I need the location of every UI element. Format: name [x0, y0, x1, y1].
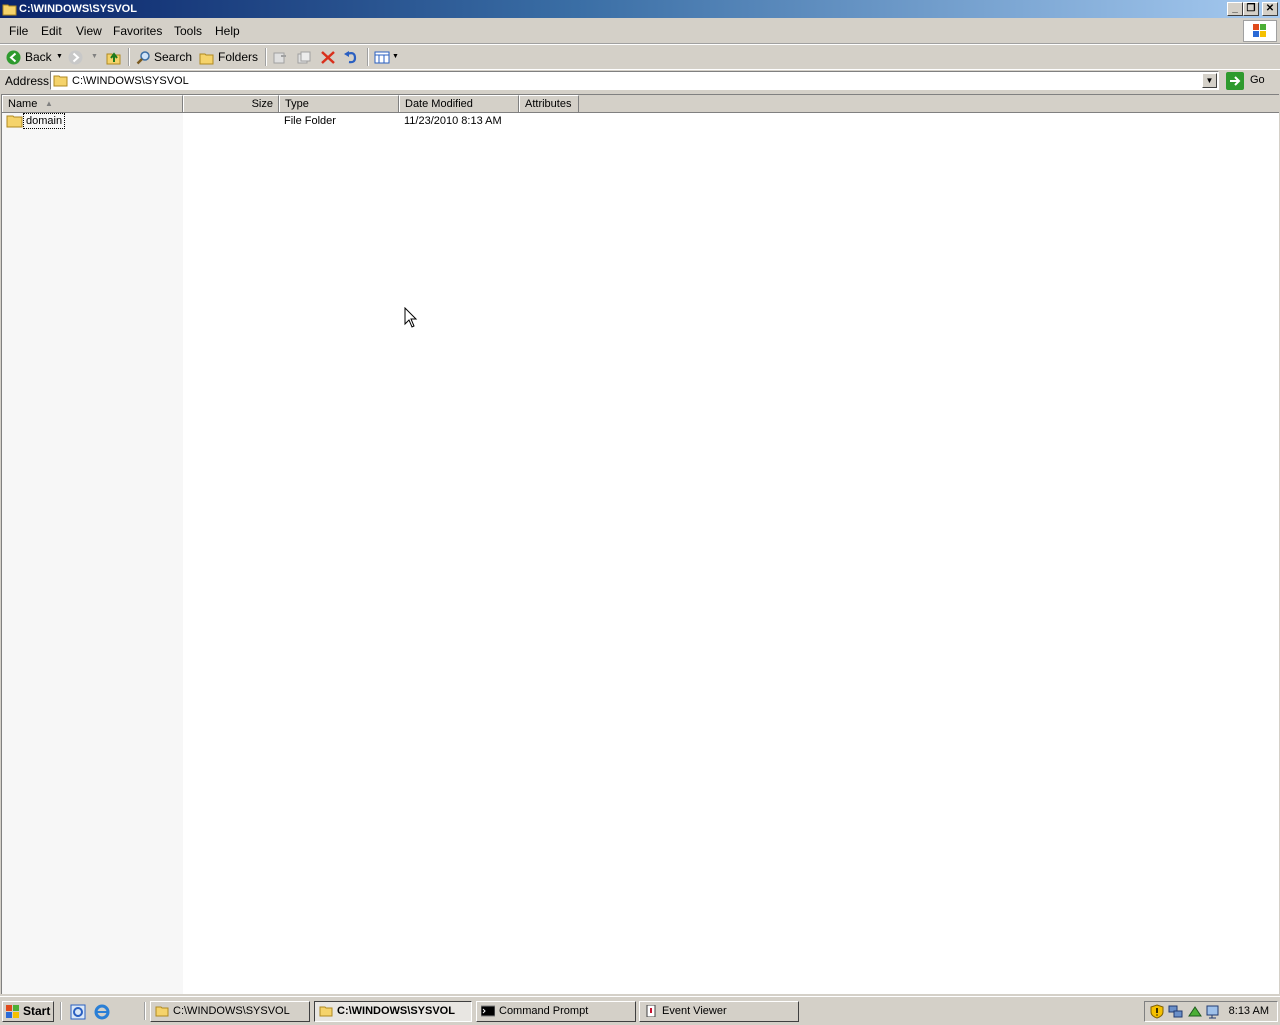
taskbar-button-command-prompt[interactable]: Command Prompt: [476, 1001, 636, 1022]
start-button[interactable]: Start: [2, 1001, 54, 1022]
internet-explorer-icon[interactable]: [94, 1004, 110, 1020]
file-name[interactable]: domain: [23, 113, 66, 129]
forward-arrow-icon: [68, 50, 83, 65]
folders-icon: [199, 53, 214, 65]
copy-to-icon: [297, 51, 311, 64]
column-type-label: Type: [285, 98, 309, 110]
taskbar-button-event-viewer[interactable]: Event Viewer: [639, 1001, 799, 1022]
file-date: 11/23/2010 8:13 AM: [404, 115, 502, 127]
address-bar: Address C:\WINDOWS\SYSVOL ▼ Go: [0, 69, 1280, 92]
windows-logo-icon: [6, 1005, 19, 1018]
taskbar-button-explorer[interactable]: C:\WINDOWS\SYSVOL: [150, 1001, 310, 1022]
column-header-date[interactable]: Date Modified: [399, 95, 519, 112]
undo-button[interactable]: [343, 48, 359, 66]
task-label: Event Viewer: [662, 1005, 727, 1017]
folder-icon: [6, 115, 23, 128]
column-header-type[interactable]: Type: [279, 95, 399, 112]
menu-favorites[interactable]: Favorites: [113, 24, 162, 38]
security-shield-icon[interactable]: [1150, 1004, 1164, 1019]
toolbar: Back ▼ ▼ Search Folders ▼: [0, 44, 1280, 70]
clock: 8:13 AM: [1228, 1005, 1269, 1017]
server-management-icon[interactable]: [70, 1004, 86, 1020]
address-value: C:\WINDOWS\SYSVOL: [72, 75, 189, 87]
folder-icon: [53, 75, 68, 87]
column-attributes-label: Attributes: [525, 98, 572, 110]
file-list[interactable]: Name ▲ Size Type Date Modified Attribute…: [1, 94, 1279, 994]
column-size-label: Size: [251, 98, 273, 110]
event-viewer-icon: [646, 1005, 656, 1017]
address-label: Address: [5, 74, 50, 88]
menu-bar: File Edit View Favorites Tools Help: [0, 19, 1280, 44]
search-icon: [136, 51, 150, 65]
menu-view[interactable]: View: [76, 24, 102, 38]
close-button[interactable]: ✕: [1262, 2, 1278, 16]
forward-dropdown-icon[interactable]: ▼: [91, 48, 98, 66]
task-label: C:\WINDOWS\SYSVOL: [337, 1005, 455, 1017]
start-label: Start: [23, 1004, 51, 1018]
views-icon: [374, 51, 390, 64]
forward-button[interactable]: ▼: [68, 48, 100, 66]
column-date-label: Date Modified: [405, 98, 473, 110]
search-button[interactable]: Search: [136, 48, 192, 66]
restore-button[interactable]: ❐: [1243, 2, 1259, 16]
menu-edit[interactable]: Edit: [41, 24, 62, 38]
move-to-button[interactable]: [272, 48, 288, 66]
back-arrow-icon: [6, 50, 21, 65]
delete-button[interactable]: [320, 48, 336, 66]
back-button[interactable]: Back ▼: [4, 48, 66, 66]
minimize-button[interactable]: _: [1227, 2, 1243, 16]
command-prompt-icon: [481, 1005, 495, 1017]
search-label: Search: [154, 50, 193, 64]
address-dropdown-icon[interactable]: ▼: [1202, 73, 1217, 88]
delete-icon: [321, 51, 335, 64]
copy-to-button[interactable]: [296, 48, 312, 66]
taskbar-button-explorer-active[interactable]: C:\WINDOWS\SYSVOL: [314, 1001, 472, 1022]
views-button[interactable]: ▼: [374, 48, 400, 66]
menu-tools[interactable]: Tools: [174, 24, 202, 38]
folders-button[interactable]: Folders: [199, 48, 259, 66]
column-header-size[interactable]: Size: [183, 95, 279, 112]
task-label: Command Prompt: [499, 1005, 589, 1017]
taskbar: Start C:\WINDOWS\SYSVOL C:\WINDOWS\SYSVO…: [0, 996, 1280, 1025]
column-header-name[interactable]: Name ▲: [2, 95, 183, 112]
folder-icon: [155, 1006, 169, 1017]
go-button[interactable]: Go: [1226, 71, 1274, 91]
undo-icon: [344, 51, 357, 64]
hardware-icon[interactable]: [1187, 1004, 1203, 1019]
task-label: C:\WINDOWS\SYSVOL: [173, 1005, 290, 1017]
sort-ascending-icon: ▲: [45, 99, 53, 108]
folders-label: Folders: [218, 50, 259, 64]
title-bar[interactable]: C:\WINDOWS\SYSVOL _ ❐ ✕: [0, 0, 1280, 18]
views-dropdown-icon[interactable]: ▼: [392, 48, 399, 66]
file-type: File Folder: [284, 115, 336, 127]
folder-icon: [319, 1006, 333, 1017]
move-to-icon: [273, 52, 286, 64]
go-arrow-icon: [1226, 72, 1244, 90]
folder-up-icon: [106, 52, 121, 65]
windows-logo-icon: [1243, 20, 1277, 42]
window-title: C:\WINDOWS\SYSVOL: [19, 3, 137, 15]
column-header-attributes[interactable]: Attributes: [519, 95, 579, 112]
network-connection-icon[interactable]: [1205, 1004, 1221, 1019]
column-name-label: Name: [8, 98, 38, 110]
column-headers: Name ▲ Size Type Date Modified Attribute…: [2, 95, 1279, 113]
mouse-cursor-icon: [404, 307, 418, 328]
menu-file[interactable]: File: [9, 24, 28, 38]
network-icon[interactable]: [1168, 1004, 1184, 1019]
back-dropdown-icon[interactable]: ▼: [56, 48, 63, 66]
up-button[interactable]: [105, 48, 123, 66]
system-tray: 8:13 AM: [1144, 1001, 1278, 1022]
address-input[interactable]: C:\WINDOWS\SYSVOL ▼: [50, 71, 1219, 90]
go-label: Go: [1250, 74, 1265, 86]
folder-icon: [2, 4, 17, 16]
menu-help[interactable]: Help: [215, 24, 240, 38]
back-label: Back: [25, 50, 52, 64]
